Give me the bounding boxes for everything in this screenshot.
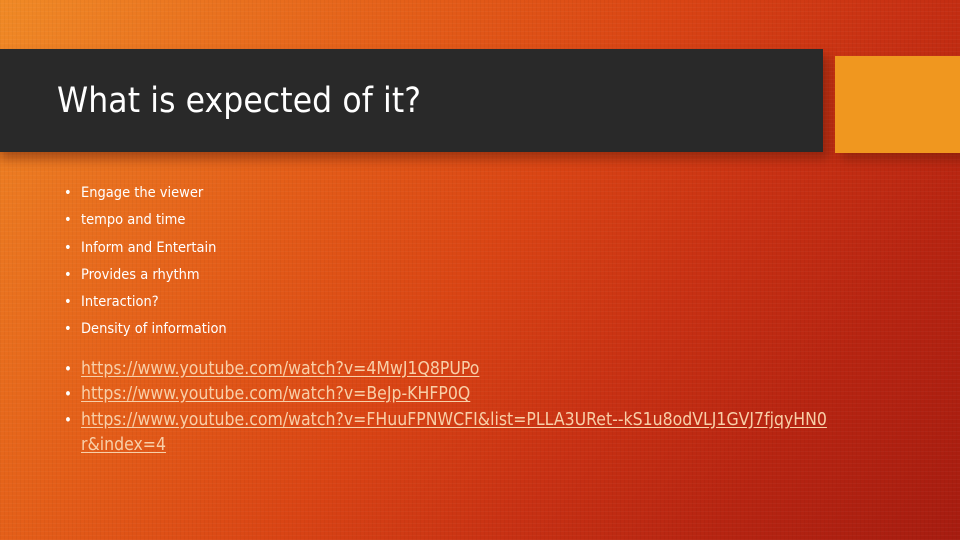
- bullet-item-label: Interaction?: [81, 294, 159, 311]
- slide-title: What is expected of it?: [57, 80, 422, 121]
- bullet-item-label: Provides a rhythm: [81, 266, 200, 283]
- presentation-slide: What is expected of it? • Engage the vie…: [0, 0, 960, 540]
- slide-content: • Engage the viewer • tempo and time • I…: [0, 180, 960, 459]
- bullet-item: • Provides a rhythm: [0, 262, 960, 289]
- bullet-item: • Interaction?: [0, 289, 960, 316]
- hyperlink-list: • https://www.youtube.com/watch?v=4MwJ1Q…: [0, 357, 960, 459]
- hyperlink-item: • https://www.youtube.com/watch?v=FHuuFP…: [0, 408, 960, 459]
- bullet-marker-icon: •: [64, 212, 72, 229]
- bullet-item: • tempo and time: [0, 207, 960, 234]
- bullet-marker-icon: •: [64, 385, 72, 404]
- bullet-marker-icon: •: [64, 185, 72, 201]
- bullet-item: • Density of information: [0, 316, 960, 343]
- youtube-link[interactable]: https://www.youtube.com/watch?v=4MwJ1Q8P…: [81, 359, 479, 379]
- bullet-item: • Engage the viewer: [0, 180, 960, 207]
- bullet-marker-icon: •: [64, 321, 72, 338]
- youtube-link[interactable]: https://www.youtube.com/watch?v=BeJp-KHF…: [81, 384, 470, 404]
- accent-block: [835, 56, 960, 153]
- hyperlink-item: • https://www.youtube.com/watch?v=BeJp-K…: [0, 382, 960, 408]
- bullet-marker-icon: •: [64, 239, 72, 256]
- bullet-item: • Inform and Entertain: [0, 235, 960, 262]
- hyperlink-item: • https://www.youtube.com/watch?v=4MwJ1Q…: [0, 357, 960, 383]
- bullet-item-label: tempo and time: [81, 212, 186, 229]
- bullet-list: • Engage the viewer • tempo and time • I…: [0, 180, 960, 344]
- bullet-marker-icon: •: [64, 359, 72, 378]
- bullet-marker-icon: •: [64, 410, 72, 429]
- bullet-marker-icon: •: [64, 294, 72, 311]
- bullet-marker-icon: •: [64, 266, 72, 283]
- slide-title-band: What is expected of it?: [0, 49, 823, 152]
- bullet-item-label: Engage the viewer: [81, 185, 204, 201]
- bullet-item-label: Inform and Entertain: [81, 239, 217, 256]
- bullet-item-label: Density of information: [81, 321, 227, 338]
- youtube-playlist-link[interactable]: https://www.youtube.com/watch?v=FHuuFPNW…: [81, 410, 827, 456]
